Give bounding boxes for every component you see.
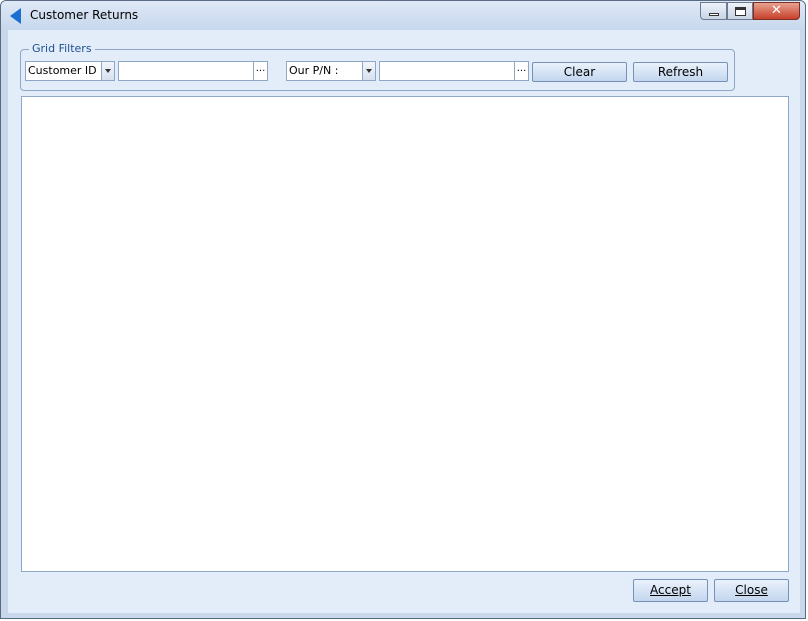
filter2-browse-button[interactable]: ...	[515, 61, 529, 81]
chevron-down-icon	[105, 69, 111, 73]
client-area: Grid Filters Customer ID : ... Our P/N :…	[8, 30, 800, 613]
grid-filters-group: Grid Filters Customer ID : ... Our P/N :…	[20, 42, 735, 91]
close-window-button[interactable]: ✕	[753, 2, 800, 20]
customer-returns-window: Customer Returns ✕ Grid Filters Customer…	[0, 0, 806, 619]
window-title: Customer Returns	[30, 8, 139, 22]
close-button[interactable]: Close	[714, 579, 789, 602]
clear-button[interactable]: Clear	[532, 62, 627, 82]
filter2-field-select[interactable]: Our P/N :	[286, 61, 376, 81]
minimize-button[interactable]	[700, 2, 727, 20]
filter1-browse-button[interactable]: ...	[254, 61, 268, 81]
maximize-button[interactable]	[727, 2, 753, 20]
grid-filters-legend: Grid Filters	[29, 42, 95, 55]
filter1-field-select[interactable]: Customer ID :	[25, 61, 115, 81]
accept-button[interactable]: Accept	[633, 579, 708, 602]
filter1-dropdown-button[interactable]	[101, 62, 114, 80]
title-bar[interactable]: Customer Returns ✕	[1, 1, 805, 30]
filter2-field-label: Our P/N :	[289, 64, 339, 77]
close-icon: ✕	[771, 3, 782, 18]
filter1-value-input[interactable]	[118, 61, 254, 81]
filter2-dropdown-button[interactable]	[362, 62, 375, 80]
minimize-icon	[709, 13, 719, 16]
maximize-icon	[735, 7, 746, 16]
refresh-button[interactable]: Refresh	[633, 62, 728, 82]
back-arrow-icon[interactable]	[10, 8, 21, 24]
filter1-field-label: Customer ID :	[28, 64, 104, 77]
chevron-down-icon	[366, 69, 372, 73]
filter2-value-input[interactable]	[379, 61, 515, 81]
returns-grid[interactable]	[21, 96, 789, 572]
